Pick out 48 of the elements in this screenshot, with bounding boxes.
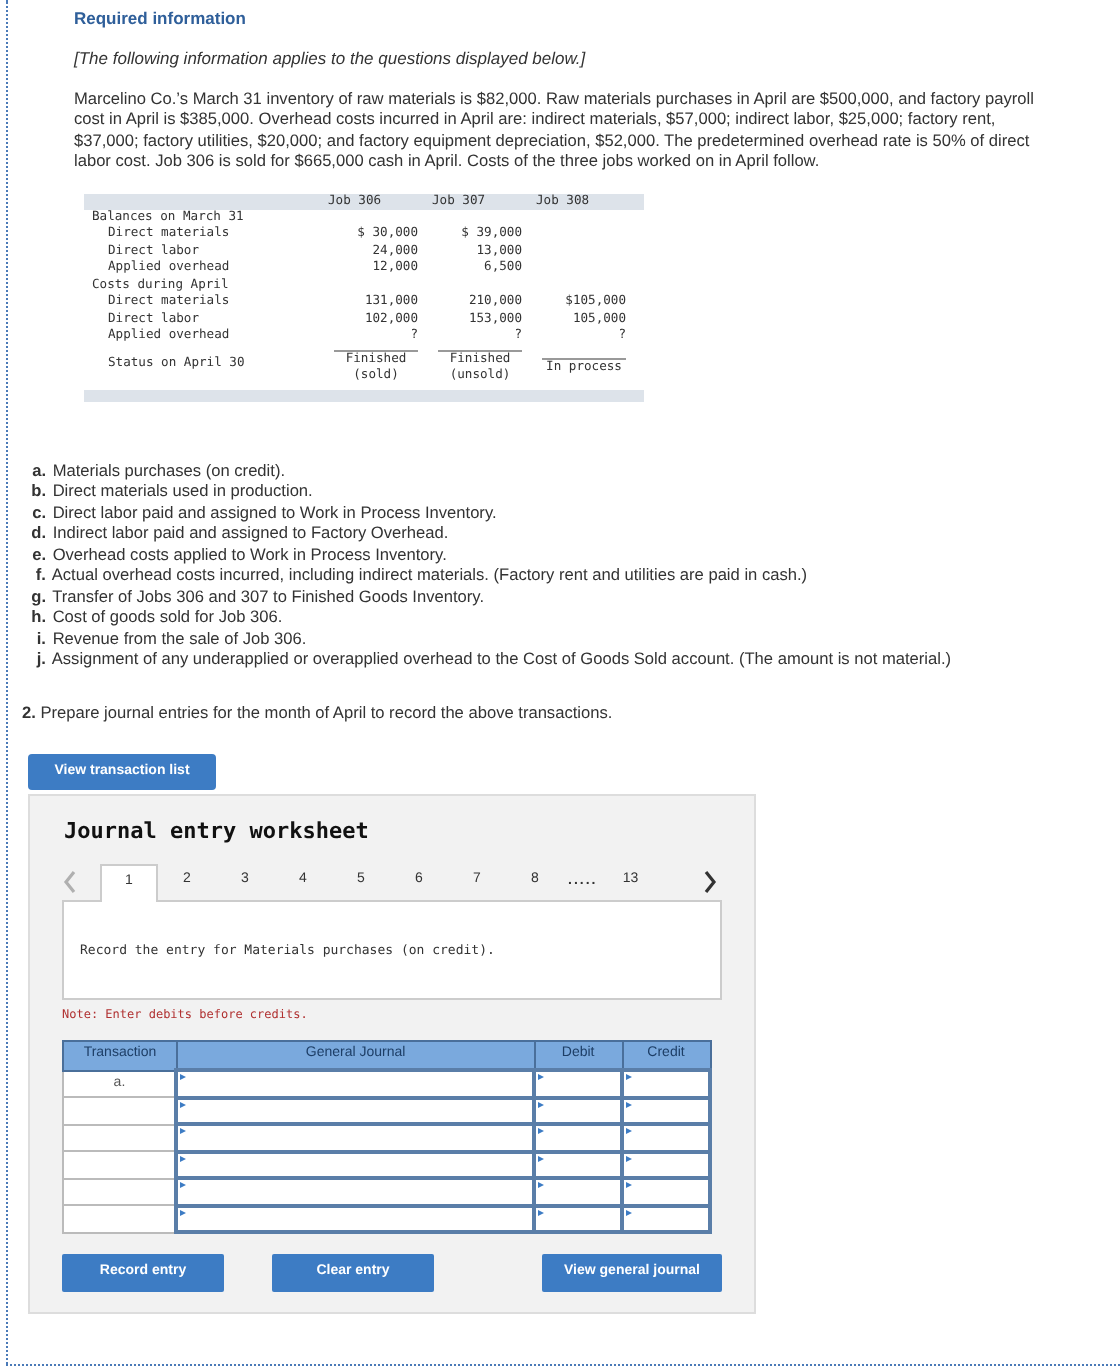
transaction-cell (63, 1124, 177, 1151)
debit-field[interactable] (534, 1178, 623, 1205)
marker-icon (538, 1128, 545, 1134)
marker-icon (538, 1209, 545, 1215)
worksheet-title: Journal entry worksheet (64, 816, 371, 848)
marker-icon (180, 1209, 187, 1215)
transaction-item: d. Indirect labor paid and assigned to Factory Overhead. (29, 522, 451, 543)
transaction-item: j. Assignment of any underapplied or overapplied overhead to the Cost of Goods Sold account. (The amount is not material.) (34, 648, 954, 669)
marker-icon (626, 1101, 633, 1107)
problem-paragraph: Marcelino Co.’s March 31 inventory of raw materials is $82,000. Raw materials purchases in April are $500,000, and factory payroll cost in April is $385,000. Overhead costs incurred in April are: indirect materials, $57,000; indirect labor, $25,000; factory rent, $37,000; factory utilities, $20,000; and factory equipment depreciation, $52,000. The predetermined overhead rate is 50% of direct labor cost. Job 306 is sold for $665,000 cash in April. Costs of the three jobs worked on in April follow. (74, 87, 1036, 171)
transaction-item: c. Direct labor paid and assigned to Work in Process Inventory. (30, 501, 499, 522)
transaction-item: h. Cost of goods sold for Job 306. (29, 606, 285, 627)
intro-note: [The following information applies to the questions displayed below.] (74, 45, 588, 71)
debit-field[interactable] (534, 1070, 623, 1097)
marker-icon (180, 1074, 187, 1080)
credit-field[interactable] (622, 1070, 710, 1097)
transaction-cell (63, 1097, 177, 1124)
transaction-cell (63, 1151, 177, 1178)
marker-icon (626, 1182, 633, 1188)
transaction-item: i. Revenue from the sale of Job 306. (34, 627, 309, 648)
credit-field[interactable] (622, 1124, 710, 1151)
marker-icon (180, 1128, 187, 1134)
marker-icon (180, 1182, 187, 1188)
chevron-right-icon[interactable] (702, 869, 718, 893)
marker-icon (626, 1128, 633, 1134)
debit-field[interactable] (534, 1124, 623, 1151)
marker-icon (538, 1074, 545, 1080)
marker-icon (538, 1182, 545, 1188)
transaction-item: e. Overhead costs applied to Work in Process Inventory. (30, 543, 449, 564)
marker-icon (626, 1074, 633, 1080)
section-heading: Required information (74, 6, 248, 32)
marker-icon (538, 1101, 545, 1107)
marker-icon (626, 1155, 633, 1161)
account-field[interactable] (176, 1124, 535, 1151)
marker-icon (538, 1155, 545, 1161)
transaction-cell (63, 1178, 177, 1205)
marker-icon (180, 1101, 187, 1107)
marker-icon (180, 1155, 187, 1161)
question-text: 2. Prepare journal entries for the month of April to record the above transactions. (22, 701, 615, 722)
account-field[interactable] (176, 1070, 535, 1097)
credit-field[interactable] (622, 1178, 710, 1205)
account-field[interactable] (176, 1178, 535, 1205)
marker-icon (626, 1209, 633, 1215)
transaction-item: a. Materials purchases (on credit). (30, 459, 288, 480)
transaction-cell (63, 1205, 177, 1232)
transaction-item: f. Actual overhead costs incurred, including indirect materials. (Factory rent and utilities are paid in cash.) (33, 564, 810, 585)
transaction-item: g. Transfer of Jobs 306 and 307 to Finished Goods Inventory. (29, 585, 487, 606)
transaction-item: b. Direct materials used in production. (29, 480, 315, 501)
